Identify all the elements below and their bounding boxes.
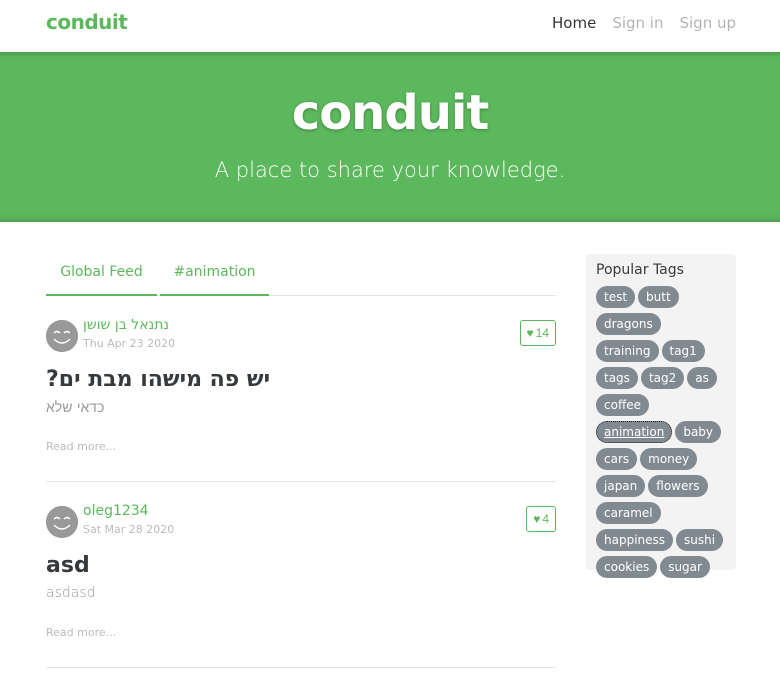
nav-links: Home Sign in Sign up: [552, 14, 736, 32]
tag-pill[interactable]: happiness: [596, 529, 674, 551]
sidebar-title: Popular Tags: [596, 262, 684, 278]
tag-pill[interactable]: japan: [596, 475, 646, 497]
article-preview: oleg1234 Sat Mar 28 2020 ♥ 4 asd asdasd …: [46, 503, 556, 668]
author-name-link[interactable]: נתנאל בן שושן: [83, 317, 169, 333]
tag-pill[interactable]: coffee: [596, 394, 649, 416]
favorite-button[interactable]: ♥ 4: [526, 506, 556, 532]
article-date: Sat Mar 28 2020: [83, 523, 175, 536]
author-avatar[interactable]: [46, 506, 78, 538]
tab-global-feed[interactable]: Global Feed: [46, 254, 157, 296]
favorite-count: 14: [535, 326, 549, 340]
tag-pill[interactable]: tags: [596, 367, 638, 389]
tag-pill[interactable]: tag2: [640, 367, 685, 389]
author-name-link[interactable]: oleg1234: [83, 503, 149, 519]
tag-pill[interactable]: sushi: [676, 529, 724, 551]
read-more-link[interactable]: Read more...: [46, 440, 116, 453]
tag-pill[interactable]: caramel: [596, 502, 661, 524]
heart-icon: ♥: [533, 512, 541, 526]
article-title[interactable]: asd: [46, 553, 90, 578]
tag-pill[interactable]: test: [596, 286, 636, 308]
article-title[interactable]: יש פה מישהו מבת ים?: [46, 367, 270, 392]
tag-pill[interactable]: money: [640, 448, 698, 470]
favorite-count: 4: [542, 512, 549, 526]
article-preview: נתנאל בן שושן Thu Apr 23 2020 ♥ 14 יש פה…: [46, 317, 556, 482]
navbar: conduit Home Sign in Sign up: [0, 0, 780, 52]
nav-sign-up-link[interactable]: Sign up: [679, 14, 736, 32]
nav-home-link[interactable]: Home: [552, 14, 596, 32]
tag-pill[interactable]: butt: [638, 286, 679, 308]
banner-subtitle: A place to share your knowledge.: [214, 158, 566, 182]
tag-list: test butt dragons training tag1 tags tag…: [596, 286, 726, 578]
tag-pill[interactable]: cars: [596, 448, 638, 470]
article-date: Thu Apr 23 2020: [83, 337, 176, 350]
tag-pill-focused[interactable]: animation: [596, 421, 673, 443]
heart-icon: ♥: [526, 326, 534, 340]
author-avatar[interactable]: [46, 320, 78, 352]
article-description: asdasd: [46, 585, 96, 601]
popular-tags-sidebar: Popular Tags test butt dragons training …: [586, 254, 736, 578]
tag-pill[interactable]: sugar: [660, 556, 710, 578]
smiley-avatar-icon: [46, 320, 78, 352]
banner-title: conduit: [291, 85, 490, 141]
feed-tabs: Global Feed #animation: [46, 254, 556, 296]
tag-pill[interactable]: as: [687, 367, 717, 389]
tag-pill[interactable]: cookies: [596, 556, 658, 578]
smiley-avatar-icon: [46, 506, 78, 538]
brand-logo-link[interactable]: conduit: [46, 10, 128, 34]
nav-sign-in-link[interactable]: Sign in: [612, 14, 663, 32]
tag-pill[interactable]: baby: [675, 421, 722, 443]
hero-banner: conduit A place to share your knowledge.: [0, 52, 780, 222]
tag-pill[interactable]: tag1: [661, 340, 705, 362]
article-description: כדאי שלא: [46, 400, 105, 416]
favorite-button[interactable]: ♥ 14: [519, 320, 556, 346]
tag-pill[interactable]: dragons: [596, 313, 661, 335]
tag-pill[interactable]: training: [596, 340, 659, 362]
read-more-link[interactable]: Read more...: [46, 626, 116, 639]
tab-animation-tag[interactable]: #animation: [160, 254, 269, 296]
tag-pill[interactable]: flowers: [648, 475, 708, 497]
